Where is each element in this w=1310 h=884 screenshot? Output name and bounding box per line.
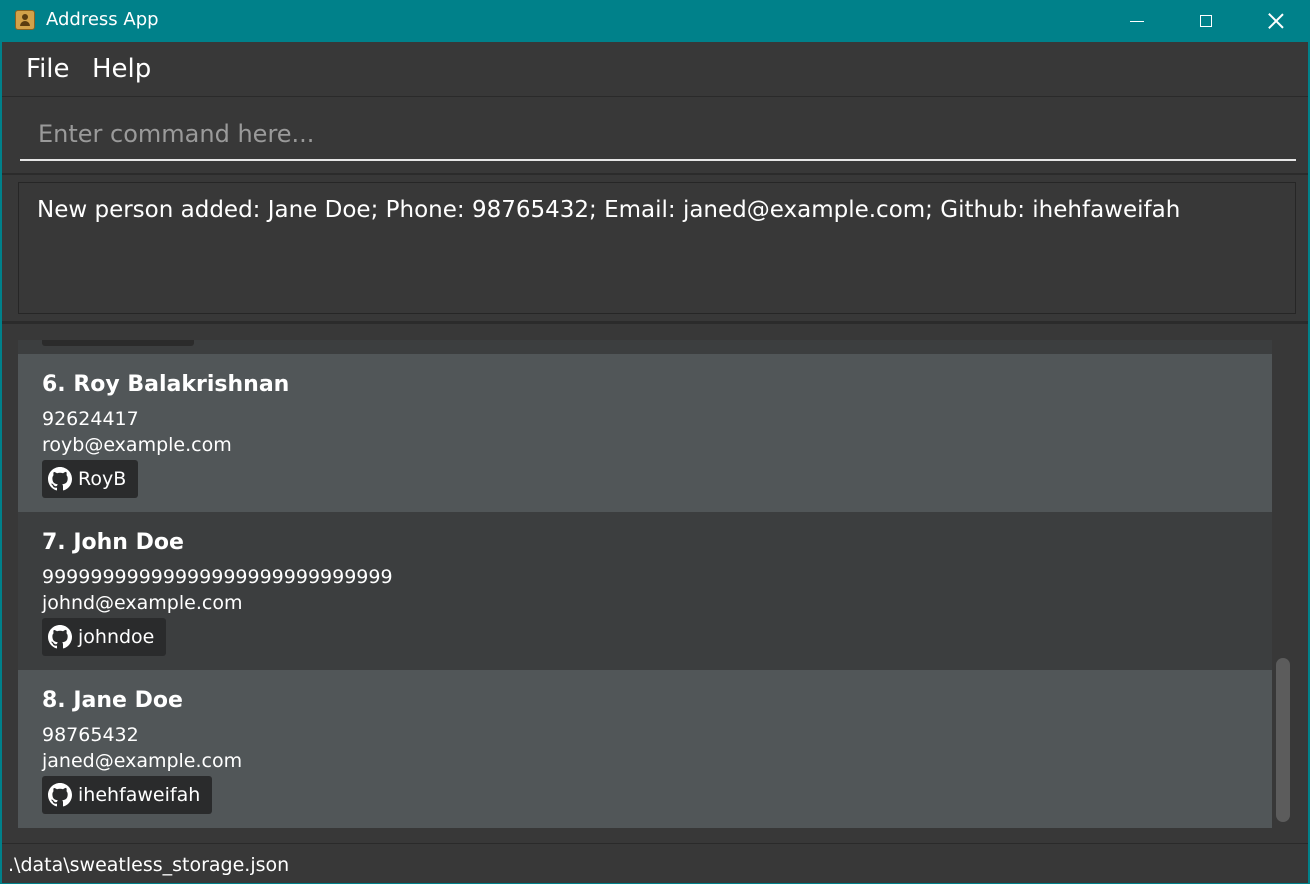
github-tag: ihehfaweifah (42, 776, 213, 814)
person-email: janed@example.com (42, 750, 243, 772)
partial-tag (42, 340, 194, 346)
person-name: 6. Roy Balakrishnan (42, 372, 290, 397)
result-display[interactable]: New person added: Jane Doe; Phone: 98765… (18, 182, 1296, 314)
github-icon (48, 625, 72, 649)
title-bar[interactable]: Address App (0, 0, 1310, 42)
result-message: New person added: Jane Doe; Phone: 98765… (37, 197, 1181, 223)
menu-file[interactable]: File (26, 54, 70, 84)
close-icon (1268, 13, 1284, 29)
storage-path: .\data\sweatless_storage.json (8, 854, 290, 876)
divider (2, 321, 1308, 324)
person-card[interactable]: 7. John Doe 9999999999999999999999999999… (18, 512, 1272, 670)
person-card[interactable]: 8. Jane Doe 98765432 janed@example.com i… (18, 670, 1272, 828)
person-email: royb@example.com (42, 434, 232, 456)
close-button[interactable] (1253, 0, 1299, 42)
github-username: johndoe (78, 626, 155, 648)
github-icon (48, 467, 72, 491)
status-bar: .\data\sweatless_storage.json (2, 843, 1308, 883)
github-tag: johndoe (42, 618, 167, 656)
menu-help[interactable]: Help (92, 54, 151, 84)
person-card[interactable]: 6. Roy Balakrishnan 92624417 royb@exampl… (18, 354, 1272, 512)
person-phone: 99999999999999999999999999999 (42, 566, 393, 588)
maximize-button[interactable] (1183, 0, 1229, 42)
person-list[interactable]: 6. Roy Balakrishnan 92624417 royb@exampl… (18, 340, 1272, 828)
window-title: Address App (46, 9, 159, 30)
person-phone: 98765432 (42, 724, 139, 746)
github-username: RoyB (78, 468, 127, 490)
github-username: ihehfaweifah (78, 784, 201, 806)
person-name: 7. John Doe (42, 530, 184, 555)
command-input[interactable] (20, 109, 1296, 161)
person-name: 8. Jane Doe (42, 688, 183, 713)
maximize-icon (1200, 15, 1212, 27)
scrollbar-thumb[interactable] (1276, 658, 1290, 822)
person-email: johnd@example.com (42, 592, 243, 614)
minimize-button[interactable] (1114, 0, 1160, 42)
github-icon (48, 783, 72, 807)
github-tag: RoyB (42, 460, 139, 498)
minimize-icon (1130, 20, 1144, 22)
person-phone: 92624417 (42, 408, 139, 430)
command-box (2, 97, 1308, 175)
menu-bar: File Help (2, 42, 1308, 97)
address-book-icon (15, 10, 35, 30)
